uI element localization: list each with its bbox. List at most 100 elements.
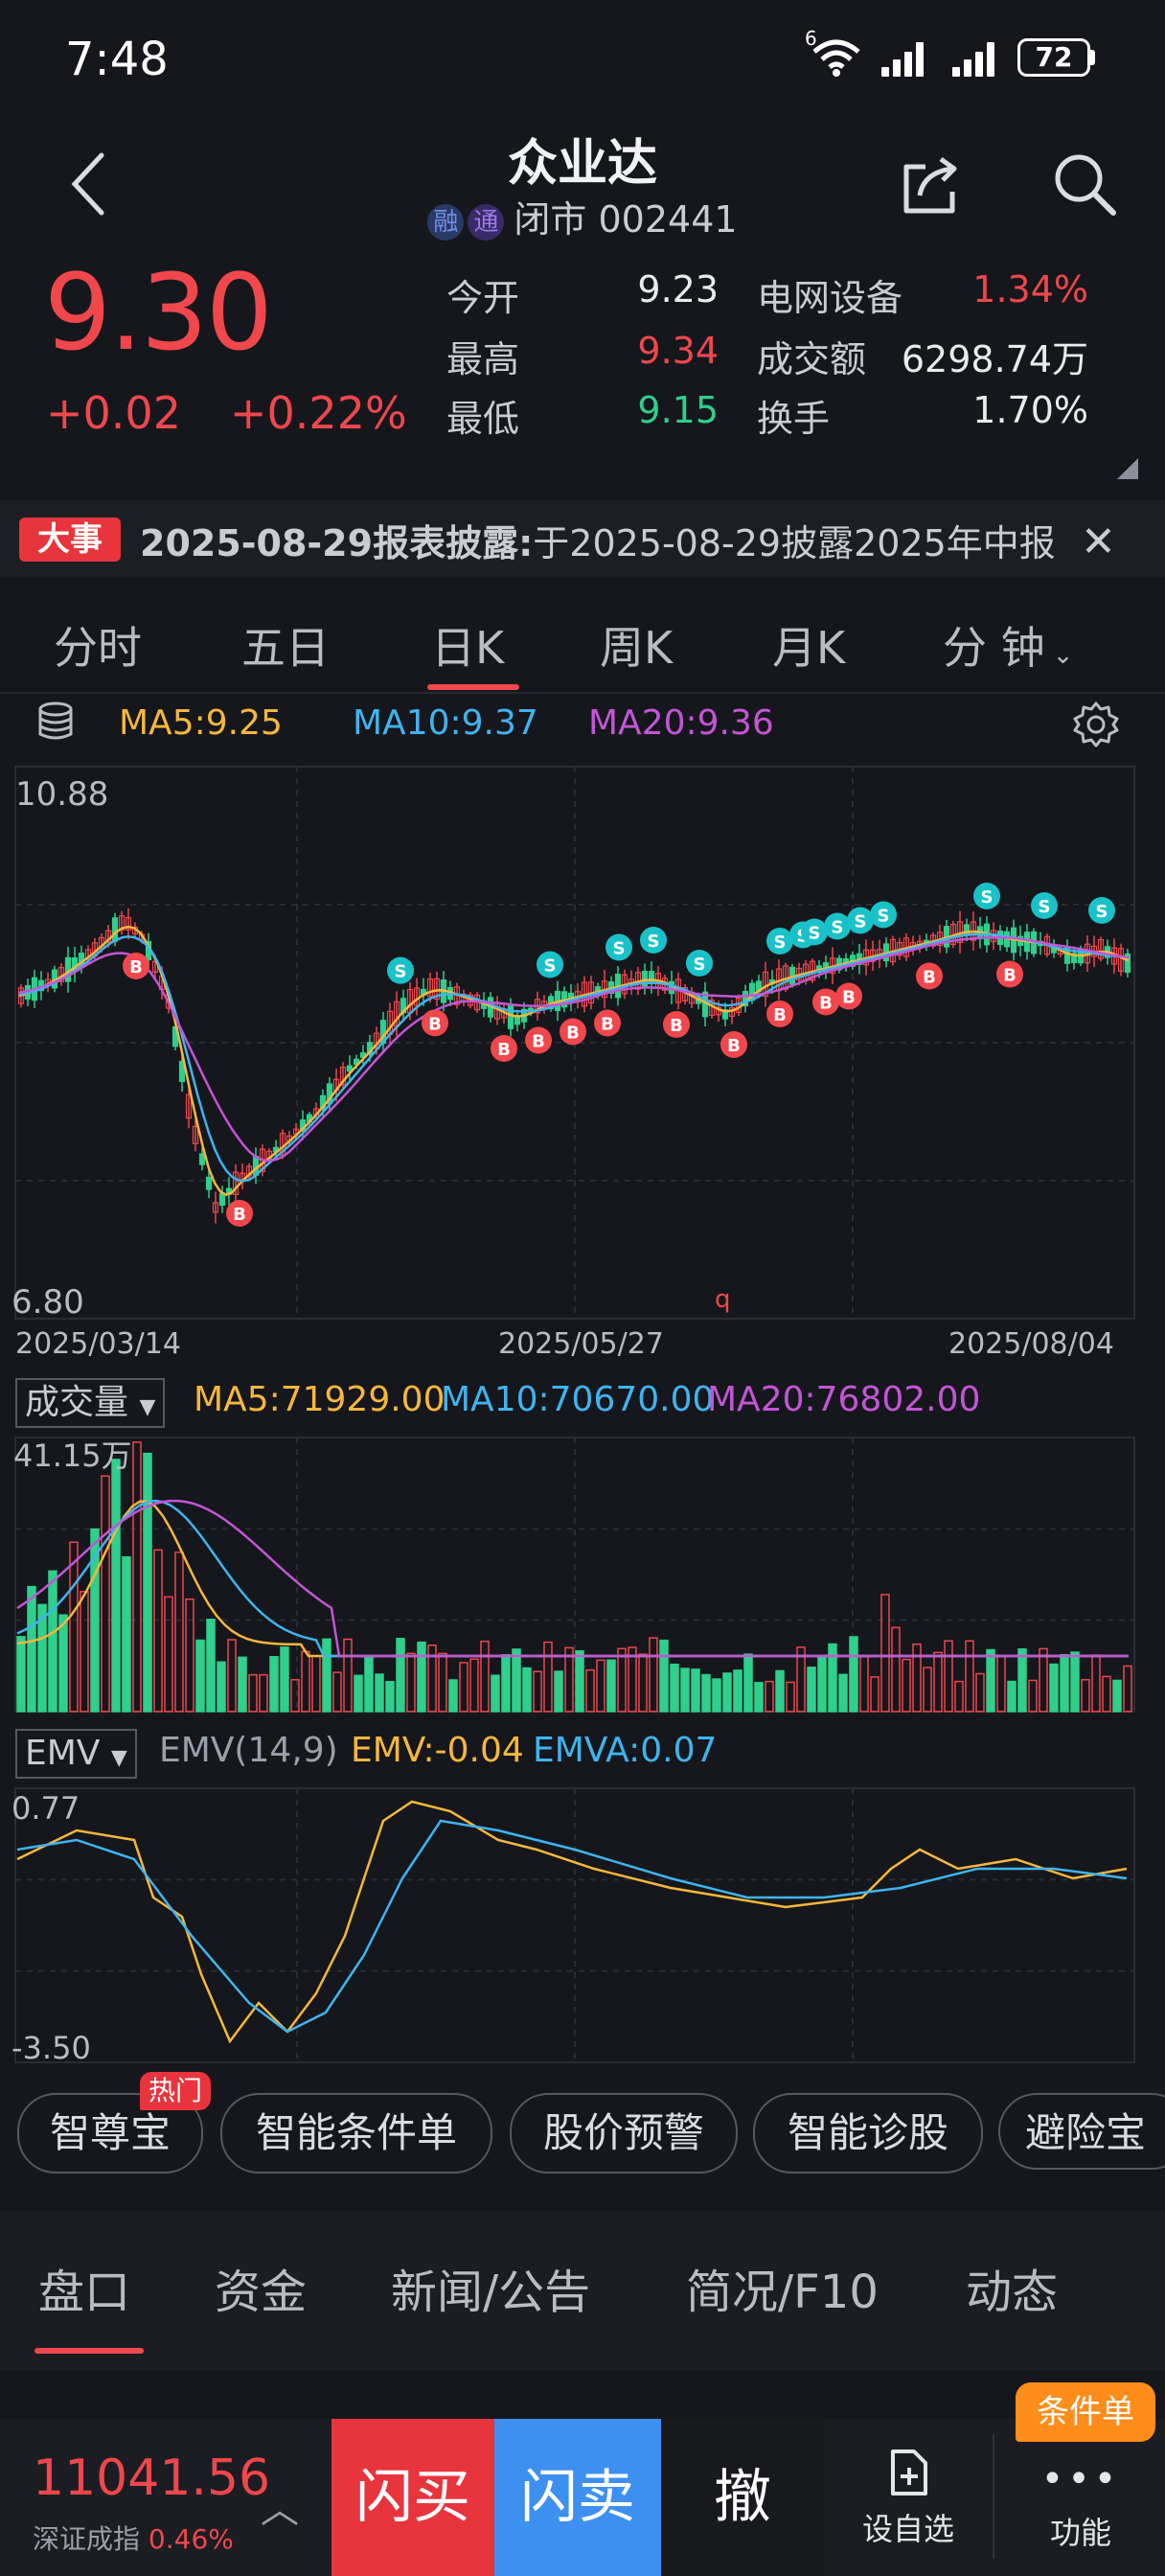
volume-bar bbox=[174, 1551, 184, 1713]
volume-bar bbox=[522, 1667, 532, 1713]
index-value[interactable]: 11041.56 bbox=[33, 2450, 270, 2507]
gear-icon[interactable] bbox=[1071, 700, 1121, 749]
buy-signal-marker: B bbox=[663, 1011, 690, 1038]
volume-bar bbox=[817, 1656, 827, 1713]
volume-bar bbox=[965, 1640, 974, 1713]
signal-label: B bbox=[773, 1005, 787, 1025]
event-title: 2025-08-29报表披露: bbox=[140, 522, 534, 564]
share-icon bbox=[903, 156, 957, 214]
conditional-order-badge[interactable]: 条件单 bbox=[1016, 2382, 1155, 2442]
more-icon: ••• bbox=[1040, 2457, 1121, 2501]
volume-bar bbox=[259, 1673, 268, 1713]
volume-bar bbox=[332, 1671, 342, 1713]
event-text: 2025-08-29报表披露:于2025-08-29披露2025年中报 bbox=[140, 514, 1098, 566]
volume-bar bbox=[712, 1678, 721, 1713]
tab-news[interactable]: 新闻/公告 bbox=[391, 2254, 590, 2321]
volume-bar bbox=[217, 1661, 226, 1713]
volume-bar bbox=[564, 1646, 574, 1713]
kline-date-start: 2025/03/14 bbox=[15, 1327, 181, 1361]
add-watchlist-button[interactable]: 设自选 bbox=[826, 2419, 991, 2576]
expand-corner-icon[interactable] bbox=[1117, 458, 1138, 479]
tab-weekly-k[interactable]: 周K bbox=[600, 613, 673, 677]
database-icon[interactable] bbox=[36, 700, 79, 746]
volume-bar bbox=[691, 1668, 700, 1713]
volume-bar bbox=[512, 1648, 521, 1713]
buy-signal-marker: B bbox=[422, 1009, 448, 1037]
volume-bar bbox=[902, 1658, 911, 1713]
volume-bar bbox=[670, 1663, 679, 1713]
high-value: 9.34 bbox=[637, 330, 719, 372]
tab-order-book[interactable]: 盘口 bbox=[38, 2254, 130, 2321]
volume-bar bbox=[649, 1637, 658, 1713]
volume-bar bbox=[733, 1669, 742, 1713]
low-label: 最低 bbox=[446, 398, 520, 440]
indicator-selector-emv[interactable]: EMV ▼ bbox=[15, 1729, 137, 1779]
share-button[interactable] bbox=[897, 153, 966, 218]
volume-bar bbox=[701, 1673, 711, 1713]
volume-ma-line bbox=[16, 1499, 1129, 1658]
price-change: +0.02 bbox=[46, 387, 181, 439]
add-watchlist-label: 设自选 bbox=[861, 2511, 954, 2547]
signal-label: S bbox=[1039, 897, 1051, 917]
chevron-up-icon[interactable]: ︿ bbox=[261, 2478, 299, 2534]
kline-ma10: MA10:9.37 bbox=[353, 703, 538, 743]
volume-bar bbox=[448, 1679, 458, 1713]
volume-bar bbox=[659, 1639, 669, 1713]
quick-buy-button[interactable]: 闪买 bbox=[331, 2419, 494, 2576]
tab-updates[interactable]: 动态 bbox=[966, 2254, 1058, 2321]
volume-bar bbox=[385, 1681, 395, 1713]
turnover-value: 6298.74万 bbox=[901, 338, 1088, 380]
tab-profile[interactable]: 简况/F10 bbox=[686, 2254, 879, 2321]
feature-smart-diagnosis[interactable]: 智能诊股 bbox=[753, 2093, 983, 2174]
buy-signal-marker: B bbox=[835, 982, 862, 1010]
functions-button[interactable]: ••• 功能 bbox=[996, 2419, 1165, 2576]
indicator-selector-volume[interactable]: 成交量 ▼ bbox=[15, 1378, 166, 1428]
search-button[interactable] bbox=[1050, 150, 1119, 218]
volume-bar bbox=[1017, 1648, 1027, 1713]
volume-bar bbox=[575, 1649, 584, 1713]
event-badge: 大事 bbox=[19, 518, 121, 562]
sell-signal-marker: S bbox=[766, 928, 793, 954]
volume-bar bbox=[343, 1638, 353, 1713]
feature-price-alert[interactable]: 股价预警 bbox=[510, 2093, 738, 2174]
tab-capital[interactable]: 资金 bbox=[215, 2254, 307, 2321]
tab-five-day[interactable]: 五日 bbox=[241, 613, 330, 677]
close-icon[interactable]: ✕ bbox=[1081, 518, 1116, 566]
emva-line bbox=[16, 1819, 1128, 2034]
kline-chart[interactable]: BBBBBBBBBBBBBBSSSSSSSSSSSSSS 10.88 6.80 … bbox=[0, 757, 1165, 1370]
wifi-label: 6 bbox=[805, 27, 817, 50]
volume-bar bbox=[606, 1659, 616, 1713]
quick-sell-button[interactable]: 闪卖 bbox=[494, 2419, 661, 2576]
volume-bar bbox=[58, 1614, 68, 1713]
volume-bar bbox=[1081, 1679, 1090, 1713]
volume-bar bbox=[1007, 1680, 1017, 1713]
volume-bar bbox=[164, 1596, 173, 1713]
volume-bar bbox=[1070, 1651, 1080, 1713]
volume-bar bbox=[975, 1672, 985, 1713]
sector-label[interactable]: 电网设备 bbox=[757, 268, 902, 321]
cancel-order-button[interactable]: 撤 bbox=[661, 2419, 824, 2576]
index-name-label: 深证成指 bbox=[33, 2523, 141, 2555]
tab-intraday[interactable]: 分时 bbox=[54, 613, 142, 677]
volume-bar bbox=[406, 1652, 416, 1713]
feature-risk-hedge[interactable]: 避险宝 bbox=[998, 2093, 1165, 2170]
sell-signal-marker: S bbox=[1088, 897, 1115, 924]
last-price: 9.30 bbox=[44, 251, 273, 374]
volume-bar bbox=[1039, 1647, 1048, 1713]
emv-chart[interactable]: 0.77 -3.50 bbox=[0, 1782, 1165, 2066]
feature-smart-order[interactable]: 智能条件单 bbox=[220, 2093, 492, 2174]
volume-chart[interactable]: 41.15万 bbox=[0, 1432, 1165, 1715]
tab-monthly-k[interactable]: 月K bbox=[772, 613, 845, 677]
candle bbox=[111, 917, 119, 942]
volume-bar bbox=[396, 1638, 405, 1713]
candle bbox=[205, 1176, 213, 1190]
volume-bar bbox=[238, 1656, 247, 1713]
content-area bbox=[0, 2371, 1165, 2419]
volume-bar bbox=[859, 1655, 869, 1713]
tab-minute[interactable]: 分 钟 ⌄ bbox=[943, 613, 1073, 677]
signal-label: B bbox=[727, 1036, 741, 1056]
sell-signal-marker: S bbox=[973, 883, 1000, 909]
volume-bar bbox=[101, 1475, 110, 1713]
tab-daily-k[interactable]: 日K bbox=[431, 613, 504, 677]
caret-down-icon: ▼ bbox=[139, 1395, 156, 1419]
